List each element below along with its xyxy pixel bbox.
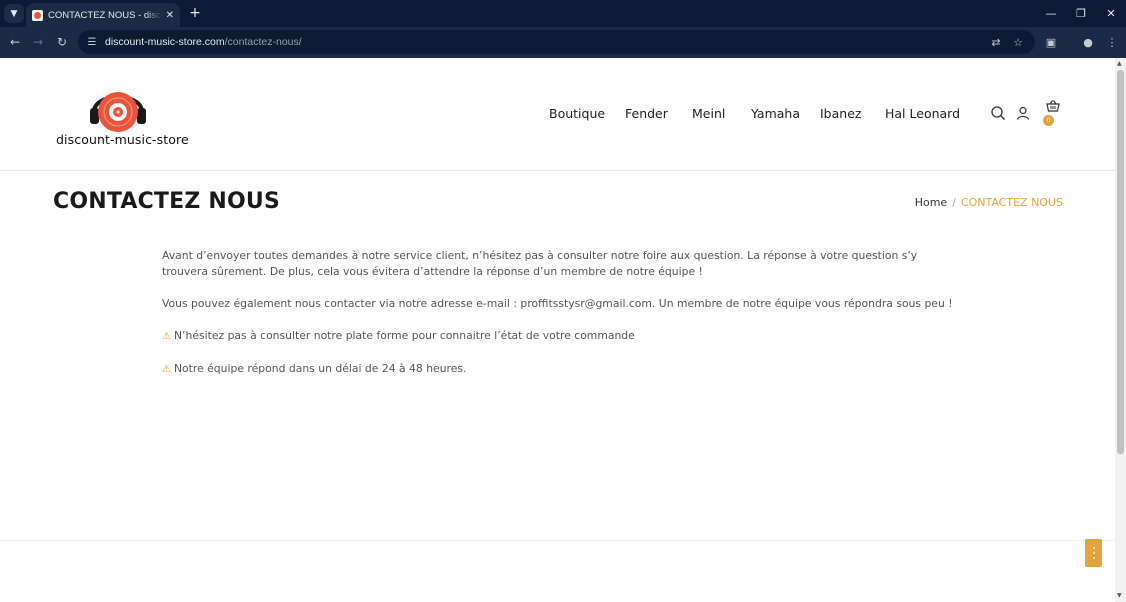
- browser-tab[interactable]: CONTACTEZ NOUS - discount-music-store ✕: [26, 3, 180, 27]
- account-icon[interactable]: [1015, 105, 1031, 121]
- nav-item-boutique[interactable]: Boutique: [549, 106, 605, 121]
- forward-button[interactable]: →: [29, 33, 47, 51]
- profile-icon[interactable]: ●: [1079, 33, 1097, 51]
- translate-icon[interactable]: ⇄: [987, 33, 1005, 51]
- intro-paragraph: Avant d’envoyer toutes demandes à notre …: [162, 249, 918, 278]
- scroll-down-arrow[interactable]: ▼: [1117, 592, 1122, 599]
- browser-tab-bar: ▼ CONTACTEZ NOUS - discount-music-store …: [0, 0, 1126, 27]
- notice-response-time: ⚠ Notre équipe répond dans un délai de 24…: [162, 361, 962, 378]
- favicon-icon: [32, 9, 43, 21]
- tab-close-icon[interactable]: ✕: [166, 10, 174, 21]
- cart-count-badge: 0: [1043, 115, 1054, 126]
- close-window-button[interactable]: ✕: [1096, 4, 1126, 22]
- nav-item-yamaha[interactable]: Yamaha: [751, 106, 800, 121]
- nav-item-fender[interactable]: Fender: [625, 106, 668, 121]
- bookmark-star-icon[interactable]: ☆: [1009, 33, 1027, 51]
- url-path: /contactez-nous/: [224, 36, 302, 48]
- tab-search-button[interactable]: ▼: [4, 4, 24, 23]
- browser-menu-icon[interactable]: ⋮: [1103, 33, 1121, 51]
- dot: [1092, 547, 1095, 549]
- contact-content: Avant d’envoyer toutes demandes à notre …: [162, 248, 962, 394]
- breadcrumb: Home / CONTACTEZ NOUS: [915, 196, 1063, 209]
- nav-item-ibanez[interactable]: Ibanez: [820, 106, 861, 121]
- notice-order-status: ⚠ N’hésitez pas à consulter notre plate f…: [162, 328, 962, 345]
- reload-button[interactable]: ↻: [53, 33, 71, 51]
- page-title: CONTACTEZ NOUS: [53, 189, 281, 214]
- logo-text: discount-music-store: [56, 132, 189, 147]
- extensions-icon[interactable]: ▣: [1042, 33, 1060, 51]
- dot: [1092, 552, 1095, 554]
- scrollbar-thumb[interactable]: [1117, 70, 1124, 454]
- notice-text: N’hésitez pas à consulter notre plate fo…: [173, 329, 635, 342]
- breadcrumb-separator: /: [952, 196, 956, 209]
- url-host: discount-music-store.com: [105, 36, 225, 48]
- floating-menu-button[interactable]: [1085, 539, 1102, 567]
- nav-item-hal-leonard[interactable]: Hal Leonard: [885, 106, 960, 121]
- footer-divider: [0, 540, 1115, 541]
- site-info-icon[interactable]: ☰: [85, 35, 99, 49]
- scroll-up-arrow[interactable]: ▲: [1117, 60, 1122, 67]
- main-navigation: Boutique Fender Meinl Yamaha Ibanez Hal …: [0, 106, 1115, 126]
- web-page: discount-music-store Boutique Fender Mei…: [0, 58, 1115, 602]
- warning-icon: ⚠: [162, 364, 171, 375]
- breadcrumb-home-link[interactable]: Home: [915, 196, 947, 209]
- notice-text: Notre équipe répond dans un délai de 24 …: [173, 362, 467, 375]
- dot: [1092, 557, 1095, 559]
- minimize-button[interactable]: —: [1036, 4, 1066, 22]
- warning-icon: ⚠: [162, 331, 171, 342]
- cart-basket-icon[interactable]: [1045, 98, 1061, 114]
- address-bar[interactable]: ☰ discount-music-store.com/contactez-nou…: [78, 30, 1035, 54]
- new-tab-button[interactable]: +: [186, 4, 204, 22]
- back-button[interactable]: ←: [6, 33, 24, 51]
- email-paragraph: Vous pouvez également nous contacter via…: [162, 297, 953, 310]
- breadcrumb-current: CONTACTEZ NOUS: [960, 196, 1063, 209]
- browser-toolbar: ← → ↻ ☰ discount-music-store.com/contact…: [0, 27, 1126, 58]
- search-icon[interactable]: [990, 105, 1006, 121]
- restore-button[interactable]: ❐: [1066, 4, 1096, 22]
- site-header: discount-music-store Boutique Fender Mei…: [0, 58, 1115, 171]
- nav-item-meinl[interactable]: Meinl: [692, 106, 725, 121]
- tab-title: CONTACTEZ NOUS - discount-music-store: [48, 9, 162, 21]
